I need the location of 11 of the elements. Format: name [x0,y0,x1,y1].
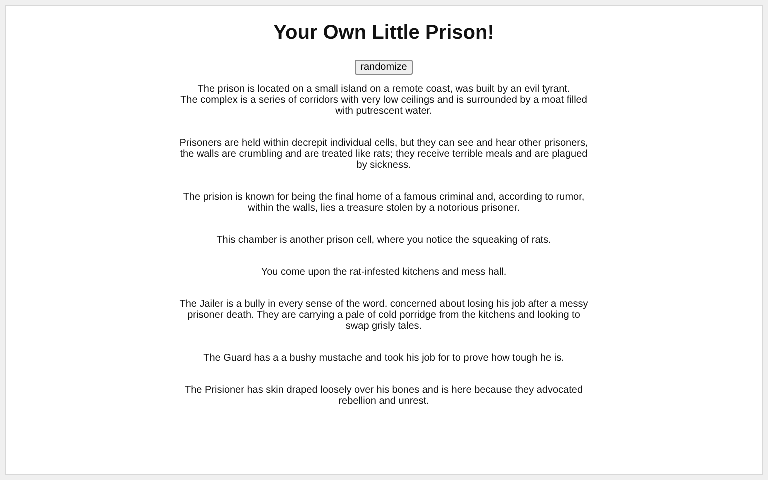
page-title: Your Own Little Prison! [274,22,494,45]
description-text: The prison is located on a small island on a remote coast, was built by an evil tyrant. [198,84,570,95]
description-text: The Prisioner has skin draped loosely over his bones and is here because they advocated rebellion and unrest. [184,385,584,407]
description-text: Prisoners are held within decrepit individual cells, but they can see and hear other prisoners, the walls are crumbling and are treated like rats; they receive terrible meals and are plagued by sickness. [179,138,589,171]
description-text: The complex is a series of corridors with very low ceilings and is surrounded by a moat filled with putrescent water. [180,95,588,117]
randomize-button[interactable]: randomize [354,60,414,75]
description-text: This chamber is another prison cell, where you notice the squeaking of rats. [216,235,552,246]
description-text: You come upon the rat-infested kitchens and mess hall. [261,267,507,278]
description-text: The Guard has a a bushy mustache and took his job for to prove how tough he is. [204,353,564,364]
description-text: The Jailer is a bully in every sense of the word. concerned about losing his job after a messy prisoner death. They are carrying a pale of cold porridge from the kitchens and looking to swap grisly tales. [179,299,589,332]
description-text: The prision is known for being the final home of a famous criminal and, according to rumor, within the walls, lies a treasure stolen by a notorious prisoner. [182,192,586,214]
